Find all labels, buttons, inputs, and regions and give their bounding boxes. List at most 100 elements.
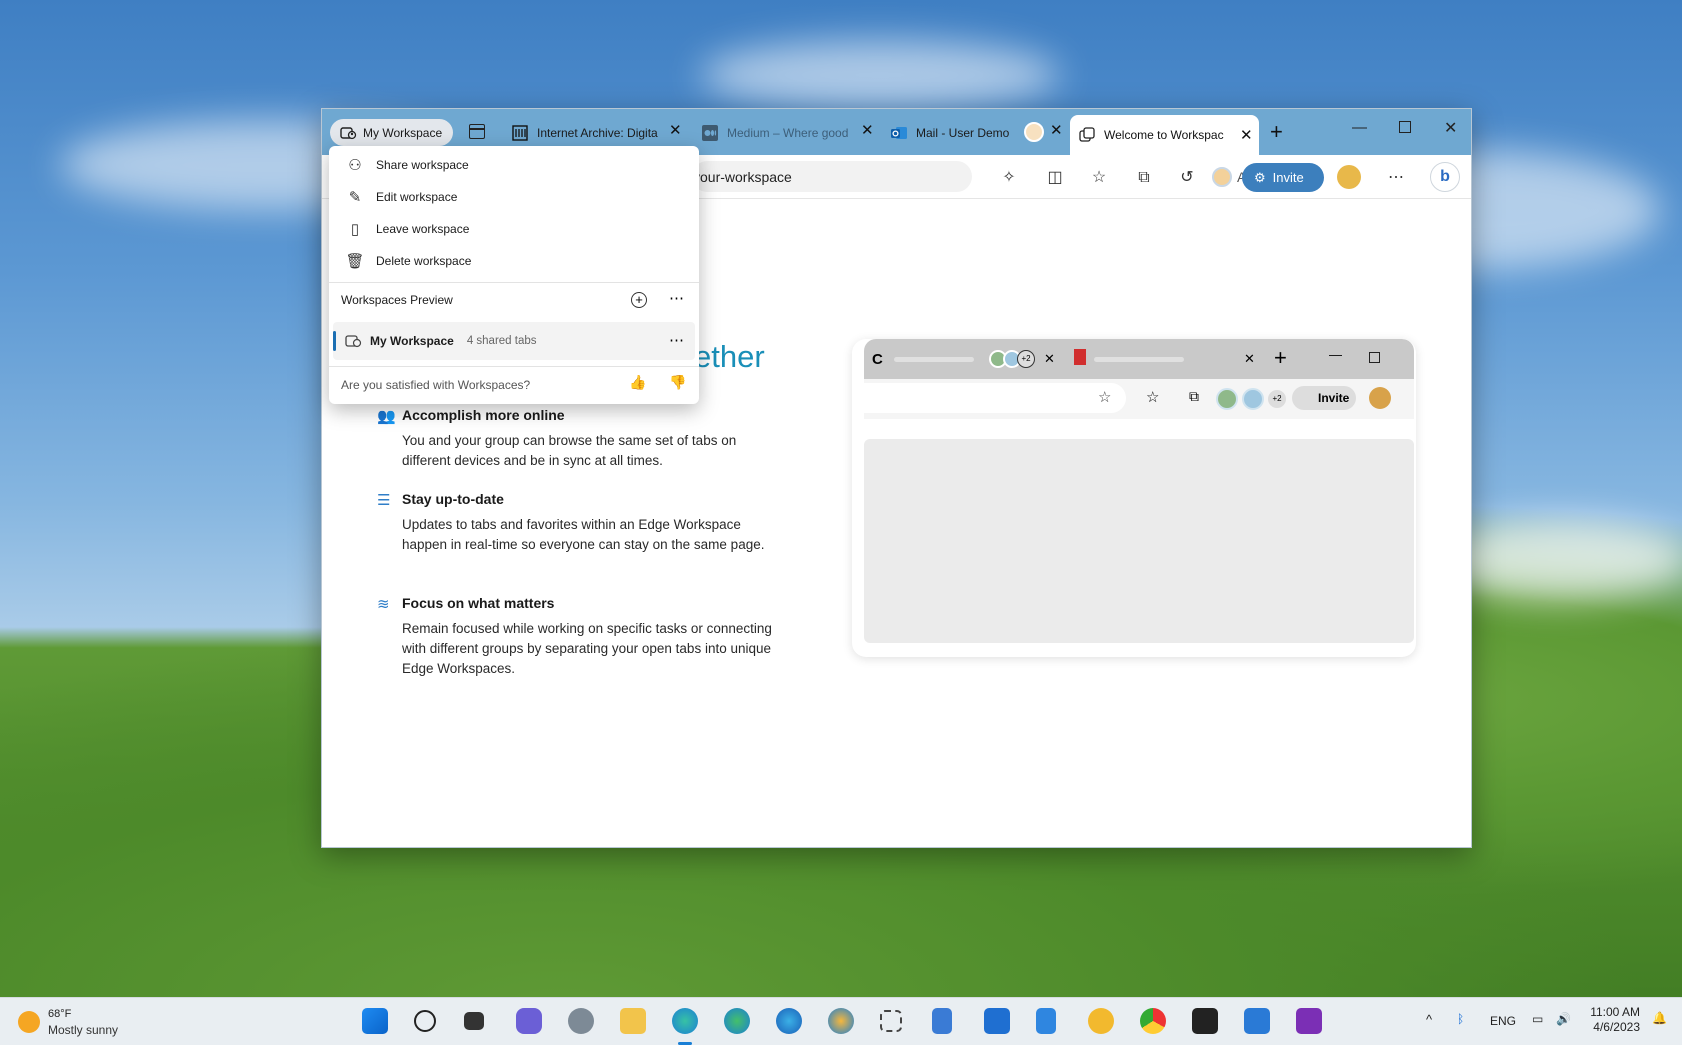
chevron-up-icon[interactable]: ^ (1426, 1012, 1432, 1027)
invite-button[interactable]: ⚙ Invite (1242, 163, 1324, 192)
menu-item-leave[interactable]: ▯ Leave workspace (329, 214, 699, 244)
chrome-canary-icon[interactable] (1088, 1008, 1114, 1034)
edge-dev-icon[interactable] (724, 1008, 750, 1034)
file-explorer-icon[interactable] (620, 1008, 646, 1034)
feedback-prompt: Are you satisfied with Workspaces? (341, 378, 531, 392)
settings-icon[interactable] (568, 1008, 594, 1034)
onenote-icon[interactable] (1296, 1008, 1322, 1034)
page-title: ether (694, 339, 765, 374)
add-workspace-icon[interactable]: + (631, 292, 647, 308)
vertical-tabs-icon[interactable] (469, 124, 485, 139)
close-tab-icon[interactable]: ✕ (861, 123, 874, 139)
feature-text: Remain focused while working on specific… (402, 621, 772, 676)
taskbar: 68°F Mostly sunny ^ ᛒ ENG ▭ 🔊 11:00 AM 4… (0, 997, 1682, 1045)
more-options-icon[interactable]: ⋯ (1386, 168, 1406, 188)
focus-icon: ≋ (377, 596, 390, 613)
workspace-list-item[interactable]: My Workspace 4 shared tabs ⋯ (333, 322, 695, 360)
bluetooth-icon[interactable]: ᛒ (1457, 1012, 1464, 1026)
medium-icon (702, 125, 718, 141)
start-icon[interactable] (362, 1008, 388, 1034)
share-icon: ⚇ (348, 157, 362, 174)
chrome-icon[interactable] (1140, 1008, 1166, 1034)
menu-item-label: Edit workspace (376, 190, 458, 204)
menu-item-share[interactable]: ⚇ Share workspace (329, 150, 699, 180)
mock-tab-strip: C +2 ✕ ✕ + — (864, 339, 1414, 379)
notifications-icon[interactable]: 🔔 (1652, 1011, 1667, 1025)
edge-icon[interactable] (672, 1008, 698, 1034)
feature-focus: ≋ Focus on what matters Remain focused w… (377, 595, 782, 679)
leave-icon: ▯ (350, 221, 360, 238)
workspace-menu: ⚇ Share workspace ✎ Edit workspace ▯ Lea… (329, 146, 699, 404)
list-icon: ☰ (377, 492, 391, 509)
mock-avatar (1242, 388, 1264, 410)
close-tab-icon[interactable]: ✕ (1240, 126, 1253, 144)
split-screen-icon[interactable]: ◫ (1045, 168, 1065, 188)
collections-icon[interactable]: ⧉ (1134, 168, 1154, 188)
mock-maximize-icon (1369, 352, 1380, 363)
search-icon[interactable] (414, 1010, 436, 1032)
workspace-illustration: C +2 ✕ ✕ + — ☆ ☆ ⧉ +2 Invite (852, 339, 1416, 657)
close-tab-icon[interactable]: ✕ (669, 123, 682, 139)
sun-icon (18, 1011, 40, 1033)
mock-favorites-icon: ☆ (1146, 389, 1160, 406)
feature-title: Focus on what matters (402, 595, 555, 611)
clock[interactable]: 11:00 AM 4/6/2023 (1588, 1005, 1640, 1035)
task-view-icon[interactable] (464, 1012, 484, 1030)
language-indicator[interactable]: ENG (1490, 1014, 1516, 1028)
maximize-icon[interactable] (1399, 121, 1411, 133)
extensions-icon[interactable]: ✧ (999, 168, 1019, 188)
teams-icon[interactable] (1244, 1008, 1270, 1034)
document-icon[interactable] (1036, 1008, 1056, 1034)
tab-title: Internet Archive: Digita (537, 126, 658, 140)
menu-item-edit[interactable]: ✎ Edit workspace (329, 182, 699, 212)
favorites-icon[interactable]: ☆ (1089, 168, 1109, 188)
workspace-name: My Workspace (363, 125, 443, 140)
volume-icon[interactable]: 🔊 (1556, 1012, 1571, 1026)
workspace-button[interactable]: My Workspace (330, 119, 453, 146)
mock-close-icon: ✕ (1044, 351, 1055, 366)
workspace-icon (340, 126, 357, 139)
trash-icon: 🗑 (345, 253, 365, 270)
section-title: Workspaces Preview (341, 293, 453, 307)
new-tab-button[interactable]: + (1270, 119, 1283, 145)
time: 11:00 AM (1590, 1005, 1640, 1019)
close-window-icon[interactable]: ✕ (1444, 118, 1457, 138)
mock-minimize-icon: — (1329, 347, 1342, 362)
address-bar[interactable]: your-workspace A ☆ (692, 161, 1284, 192)
snipping-tool-icon[interactable] (880, 1010, 902, 1032)
mock-page-body (864, 439, 1414, 643)
feature-text: Updates to tabs and favorites within an … (402, 517, 765, 552)
tab-mail[interactable]: Mail - User Demo (891, 121, 1041, 145)
terminal-icon[interactable] (1192, 1008, 1218, 1034)
thumbs-up-icon[interactable]: 👍 (629, 374, 646, 391)
close-tab-icon[interactable]: ✕ (1050, 123, 1063, 139)
network-icon[interactable]: ▭ (1532, 1012, 1543, 1026)
tab-title: Mail - User Demo (916, 126, 1010, 140)
more-options-icon[interactable]: ⋯ (669, 289, 684, 307)
thumbs-down-icon[interactable]: 👎 (669, 374, 686, 391)
tab-medium[interactable]: Medium – Where good (702, 121, 854, 145)
minimize-icon[interactable]: — (1352, 119, 1367, 136)
notepad-icon[interactable] (932, 1008, 952, 1034)
weather-condition: Mostly sunny (48, 1023, 119, 1037)
mock-favicon (1074, 349, 1086, 365)
tab-welcome-active[interactable]: Welcome to Workspac ✕ (1070, 115, 1259, 155)
edge-canary-icon[interactable] (828, 1008, 854, 1034)
menu-item-delete[interactable]: 🗑 Delete workspace (329, 246, 699, 276)
history-icon[interactable]: ↺ (1177, 168, 1197, 188)
edge-beta-icon[interactable] (776, 1008, 802, 1034)
invite-icon: ⚙ (1254, 169, 1266, 185)
temperature: 68°F (48, 1008, 72, 1020)
menu-divider (329, 282, 699, 283)
chat-icon[interactable] (516, 1008, 542, 1034)
mock-badge: +2 (1268, 390, 1286, 408)
store-icon[interactable] (984, 1008, 1010, 1034)
mock-profile-avatar (1369, 387, 1391, 409)
feature-accomplish: 👥 Accomplish more online You and your gr… (377, 407, 782, 471)
bing-icon[interactable]: b (1430, 162, 1460, 192)
profile-avatar[interactable] (1337, 165, 1361, 189)
cloud (700, 40, 1060, 110)
tab-internet-archive[interactable]: Internet Archive: Digita (512, 121, 662, 145)
mock-new-tab-icon: + (1274, 345, 1287, 370)
workspace-more-icon[interactable]: ⋯ (669, 331, 684, 349)
